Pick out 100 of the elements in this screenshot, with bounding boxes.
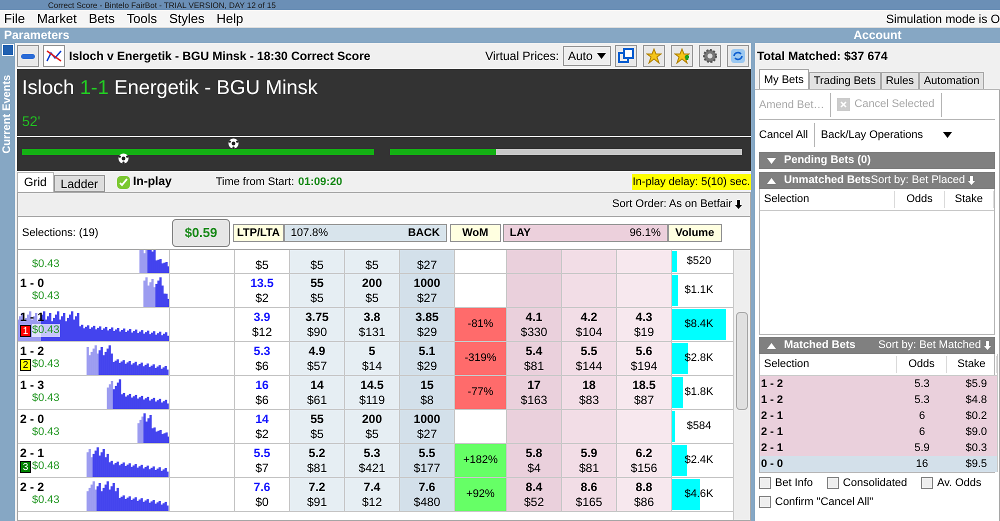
lay-price-cell[interactable]: 6.2 $156 xyxy=(617,444,672,477)
lay-price-cell[interactable]: 8.6 $165 xyxy=(562,478,617,511)
sort-order[interactable]: Sort Order: As on Betfair xyxy=(612,196,742,213)
wom-header: WoM xyxy=(450,224,501,242)
back-price-cell[interactable]: 200 $5 xyxy=(345,410,400,443)
lay-price-cell[interactable]: 5.9 $81 xyxy=(562,444,617,477)
virtual-prices-dropdown[interactable]: Auto xyxy=(563,46,611,66)
lay-price-cell[interactable]: 17 $163 xyxy=(507,376,562,409)
back-price-cell[interactable]: 55 $5 xyxy=(290,274,345,307)
column-header[interactable]: Stake xyxy=(944,191,994,208)
back-price-cell[interactable]: $27 xyxy=(400,250,455,273)
back-price-cell[interactable]: 1000 $27 xyxy=(400,274,455,307)
back-price-cell[interactable]: 4.9 $57 xyxy=(290,342,345,375)
volume-header: Volume xyxy=(668,224,722,242)
menu-item[interactable]: Styles xyxy=(165,8,208,28)
menu-item[interactable]: Market xyxy=(32,8,81,28)
collapse-icon[interactable] xyxy=(2,44,14,56)
back-price-cell[interactable]: 5.1 $29 xyxy=(400,342,455,375)
back-price-cell[interactable]: 5.2 $81 xyxy=(290,444,345,477)
ball-icon xyxy=(118,153,129,164)
column-header[interactable]: Selection xyxy=(760,356,897,373)
back-lay-operations-menu[interactable]: Back/Lay Operations xyxy=(814,126,952,144)
down-arrow-icon xyxy=(984,341,991,350)
lay-price-cell[interactable]: 5.8 $4 xyxy=(507,444,562,477)
time-value: 01:09:20 xyxy=(298,174,342,190)
refresh-button[interactable] xyxy=(727,45,749,67)
down-arrow-icon xyxy=(735,200,742,209)
back-price-cell[interactable]: 7.2 $91 xyxy=(290,478,345,511)
view-tab[interactable]: Grid xyxy=(17,172,54,192)
lay-percent: 96.1% xyxy=(630,226,661,241)
lay-price-cell[interactable]: 4.2 $104 xyxy=(562,308,617,341)
lay-price-cell[interactable]: 4.3 $19 xyxy=(617,308,672,341)
back-price-cell[interactable]: 14.5 $119 xyxy=(345,376,400,409)
add-favorite-button[interactable] xyxy=(671,45,693,67)
account-tab[interactable]: My Bets xyxy=(759,69,809,89)
view-tab[interactable]: Ladder xyxy=(54,175,106,192)
lay-price-cell[interactable]: 8.8 $86 xyxy=(617,478,672,511)
lay-price-cell[interactable]: 18 $83 xyxy=(562,376,617,409)
back-price-cell[interactable]: 3.75 $90 xyxy=(290,308,345,341)
rank-badge: 1 xyxy=(20,324,31,336)
settings-button[interactable] xyxy=(699,45,721,67)
chart-button[interactable] xyxy=(43,45,65,67)
back-percent: 107.8% xyxy=(290,226,328,241)
matched-bet-row[interactable]: 1 - 2 5.3 $5.9 xyxy=(760,376,997,392)
menu-item[interactable]: Help xyxy=(212,8,248,28)
total-matched: Total Matched: $37 674 xyxy=(756,48,888,65)
scrollbar[interactable] xyxy=(997,354,998,472)
matched-bet-row[interactable]: 2 - 1 6 $9.0 xyxy=(760,424,997,440)
checkbox[interactable] xyxy=(759,477,771,490)
panel-header: Account xyxy=(755,28,1000,43)
back-price-cell[interactable]: $5 xyxy=(345,250,400,273)
matched-bet-row[interactable]: 2 - 1 5.9 $0.3 xyxy=(760,440,997,456)
section-header[interactable]: Pending Bets (0) xyxy=(759,152,995,169)
checkbox[interactable] xyxy=(826,477,839,490)
lay-price-cell[interactable]: 8.4 $52 xyxy=(507,478,562,511)
lay-price-cell[interactable]: 18.5 $87 xyxy=(617,376,672,409)
column-header[interactable]: Selection xyxy=(760,191,896,208)
section-header[interactable]: Matched Bets Sort by: Bet Matched xyxy=(759,337,995,354)
back-price-cell[interactable]: $5 xyxy=(290,250,345,273)
back-price-cell[interactable]: 5.5 $177 xyxy=(400,444,455,477)
back-price-cell[interactable]: 200 $5 xyxy=(345,274,400,307)
back-price-cell[interactable]: 55 $5 xyxy=(290,410,345,443)
column-header[interactable]: Odds xyxy=(895,191,945,208)
account-tab[interactable]: Trading Bets xyxy=(808,72,881,89)
minimize-button[interactable] xyxy=(17,45,39,67)
back-price-cell[interactable]: 7.4 $12 xyxy=(345,478,400,511)
lay-price-cell[interactable]: 5.4 $81 xyxy=(507,342,562,375)
back-price-cell[interactable]: 15 $8 xyxy=(400,376,455,409)
selection-name: 2 - 1 xyxy=(20,447,44,460)
menu-item[interactable]: Tools xyxy=(122,8,162,28)
menu-item[interactable]: Bets xyxy=(84,8,119,28)
back-price-cell[interactable]: 14 $61 xyxy=(290,376,345,409)
account-tab[interactable]: Automation xyxy=(918,72,984,89)
inplay-checkbox[interactable] xyxy=(117,176,130,189)
matched-bet-row[interactable]: 1 - 2 5.3 $4.8 xyxy=(760,392,997,408)
account-tab[interactable]: Rules xyxy=(880,72,919,89)
section-header[interactable]: Unmatched BetsSort by: Bet Placed xyxy=(759,172,995,189)
matched-bet-row[interactable]: 2 - 1 6 $0.2 xyxy=(760,408,997,424)
cancel-all-button[interactable]: Cancel All xyxy=(759,123,815,147)
menu-item[interactable]: File xyxy=(0,8,29,28)
back-price-cell[interactable]: 3.85 $29 xyxy=(400,308,455,341)
checkbox-label: Bet Info xyxy=(775,476,813,491)
favorite-button[interactable] xyxy=(643,45,665,67)
back-price-cell[interactable]: 1000 $27 xyxy=(400,410,455,443)
popout-button[interactable] xyxy=(615,45,637,67)
back-price-cell[interactable]: 5 $14 xyxy=(345,342,400,375)
virtual-prices-label: Virtual Prices: xyxy=(485,48,559,65)
ltp-header: LTP/LTA xyxy=(233,224,284,242)
lay-price-cell[interactable]: 5.5 $144 xyxy=(562,342,617,375)
lay-price-cell[interactable]: 5.6 $194 xyxy=(617,342,672,375)
checkbox[interactable] xyxy=(921,477,934,490)
column-header[interactable]: Odds xyxy=(897,356,947,373)
back-price-cell[interactable]: 3.8 $131 xyxy=(345,308,400,341)
scrollbar[interactable] xyxy=(733,250,750,520)
lay-price-cell[interactable]: 4.1 $330 xyxy=(507,308,562,341)
matched-bet-row[interactable]: 0 - 0 16 $9.5 xyxy=(760,456,997,472)
checkbox[interactable] xyxy=(759,496,771,508)
back-price-cell[interactable]: 5.3 $421 xyxy=(345,444,400,477)
total-button[interactable]: $0.59 xyxy=(172,219,230,247)
back-price-cell[interactable]: 7.6 $480 xyxy=(400,478,455,511)
